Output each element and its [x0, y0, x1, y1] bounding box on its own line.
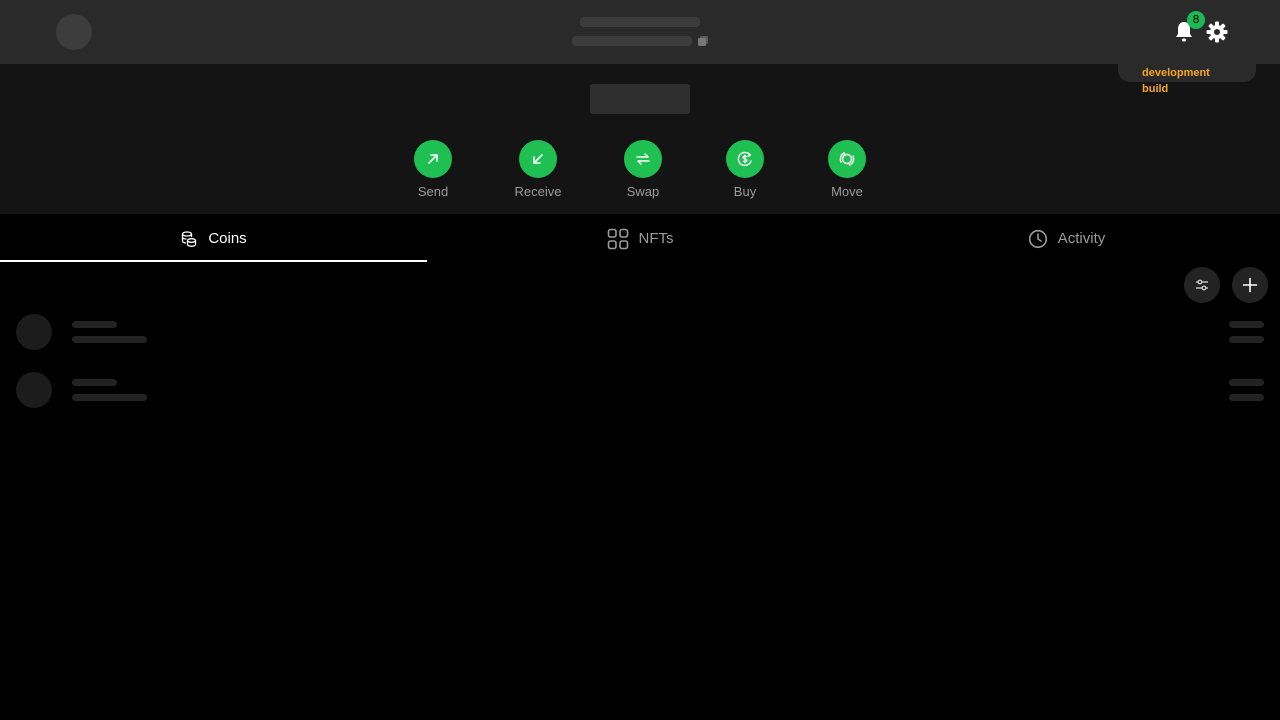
list-item — [0, 314, 1280, 364]
tab-activity-label: Activity — [1057, 230, 1106, 247]
clock-icon — [1028, 229, 1047, 248]
gear-icon[interactable] — [1205, 20, 1229, 44]
buy-label: Buy — [733, 184, 757, 199]
active-tab-indicator — [0, 260, 427, 262]
coin-logo-placeholder — [16, 372, 52, 408]
account-avatar[interactable] — [56, 14, 92, 50]
coin-logo-placeholder — [16, 314, 52, 350]
dev-build-line2: build — [1142, 83, 1169, 95]
filter-icon — [1196, 279, 1208, 291]
buy-icon-circle — [726, 140, 764, 178]
swap-button[interactable]: Swap — [608, 140, 678, 199]
tab-coins-label: Coins — [208, 230, 247, 247]
balance-placeholder — [590, 84, 690, 114]
add-coin-button[interactable] — [1232, 267, 1268, 303]
asset-tabs: Coins NFTs Activity — [0, 214, 1280, 263]
notification-badge: 8 — [1187, 11, 1205, 29]
tab-activity[interactable]: Activity — [853, 214, 1280, 263]
coin-name-placeholder — [72, 321, 117, 328]
filter-button[interactable] — [1184, 267, 1220, 303]
coin-change-placeholder — [1229, 394, 1264, 401]
move-icon — [839, 152, 855, 166]
move-button[interactable]: Move — [812, 140, 882, 199]
arrow-down-left-icon — [533, 154, 543, 164]
list-item — [0, 372, 1280, 422]
tab-coins[interactable]: Coins — [0, 214, 427, 263]
tab-nfts[interactable]: NFTs — [427, 214, 853, 263]
swap-label: Swap — [626, 184, 660, 199]
send-button[interactable]: Send — [398, 140, 468, 199]
coin-value-placeholder — [1229, 321, 1264, 328]
arrow-up-right-icon — [428, 154, 438, 164]
tab-nfts-label: NFTs — [638, 230, 674, 247]
coin-amount-placeholder — [72, 394, 147, 401]
account-name-placeholder — [580, 17, 700, 27]
buy-button[interactable]: Buy — [710, 140, 780, 199]
coin-amount-placeholder — [72, 336, 147, 343]
swap-arrows-icon — [636, 153, 650, 165]
grid-icon — [607, 228, 628, 249]
receive-button[interactable]: Receive — [503, 140, 573, 199]
coin-value-placeholder — [1229, 379, 1264, 386]
receive-label: Receive — [514, 184, 562, 199]
top-header: 8 — [0, 0, 1280, 64]
coins-icon — [182, 230, 197, 247]
send-label: Send — [417, 184, 449, 199]
send-icon-circle — [414, 140, 452, 178]
dev-build-line1: development — [1142, 67, 1210, 79]
move-label: Move — [831, 184, 863, 199]
address-placeholder — [572, 36, 692, 46]
dev-build-label: development build — [1142, 65, 1222, 97]
swap-icon-circle — [624, 140, 662, 178]
buy-dollar-icon — [737, 151, 752, 167]
copy-icon[interactable] — [698, 36, 708, 46]
coin-name-placeholder — [72, 379, 117, 386]
receive-icon-circle — [519, 140, 557, 178]
plus-icon — [1242, 277, 1258, 293]
move-icon-circle — [828, 140, 866, 178]
coin-change-placeholder — [1229, 336, 1264, 343]
